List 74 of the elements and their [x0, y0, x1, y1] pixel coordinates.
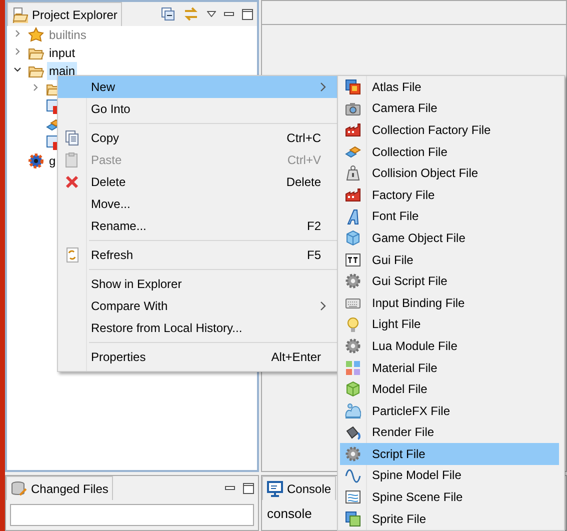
menu-item[interactable]: Collision Object File [340, 162, 559, 184]
menu-item[interactable]: Atlas File [340, 76, 559, 98]
menu-item[interactable]: Collection Factory File [340, 119, 559, 141]
text-box-icon [345, 252, 361, 268]
menu-item[interactable]: Camera File [340, 98, 559, 120]
bucket-icon [345, 424, 361, 440]
monitor-icon [267, 480, 283, 496]
menu-item[interactable]: Go Into [58, 98, 337, 120]
refresh-icon [64, 247, 80, 263]
star-icon [28, 27, 44, 43]
image-icon [345, 510, 361, 527]
lines-icon [345, 489, 361, 506]
bulb-icon [345, 316, 361, 333]
maximize-icon[interactable] [243, 482, 254, 494]
console-text: console [267, 505, 312, 523]
cube-icon [345, 381, 361, 398]
layers-icon [345, 79, 361, 95]
menu-item[interactable]: Script File [340, 443, 559, 465]
copy-icon [64, 130, 80, 146]
delete-icon [64, 174, 80, 190]
tree-item[interactable]: g [47, 152, 58, 170]
factory-icon [345, 122, 361, 138]
menu-item[interactable]: Render File [340, 422, 559, 444]
menu-item[interactable]: Compare With [58, 295, 337, 317]
menu-item[interactable]: Move... [58, 193, 337, 215]
tree-item[interactable]: input [47, 44, 78, 62]
tree-item[interactable]: builtins [47, 26, 88, 44]
menu-item[interactable]: Collection File [340, 140, 559, 162]
blocks-icon [345, 144, 361, 160]
grid-icon [345, 360, 361, 376]
maximize-icon[interactable] [242, 8, 253, 20]
menu-item[interactable]: New [58, 76, 337, 98]
menu-item[interactable]: Delete Delete [58, 171, 337, 193]
gear-icon [345, 446, 361, 462]
factory-icon [345, 186, 361, 203]
panel-tab[interactable]: Console [262, 476, 336, 500]
panel-tab[interactable]: Changed Files [6, 476, 114, 500]
menu-item[interactable]: Model File [340, 378, 559, 400]
menu-item[interactable]: Lua Module File [340, 335, 559, 357]
clipboard-icon [64, 152, 80, 168]
collapse-all-icon[interactable] [161, 7, 175, 21]
menu-item[interactable]: Material File [340, 356, 559, 378]
menu-item[interactable]: Gui File [340, 248, 559, 270]
menu-item[interactable]: Gui Script File [340, 270, 559, 292]
weight-icon [345, 165, 361, 182]
menu-item[interactable]: Copy Ctrl+C [58, 127, 337, 149]
menu-item[interactable]: ParticleFX File [340, 400, 559, 422]
wave-icon [345, 468, 361, 484]
font-icon [345, 208, 361, 225]
folder-icon [12, 6, 28, 22]
database-icon [11, 480, 27, 496]
menu-item[interactable]: Sprite File [340, 508, 559, 530]
menu-item[interactable]: Factory File [340, 184, 559, 206]
gear-icon [345, 273, 361, 290]
menu-item[interactable]: Rename... F2 [58, 215, 337, 237]
menu-item[interactable]: Show in Explorer [58, 273, 337, 295]
cloud-icon [345, 402, 361, 419]
menu-item[interactable]: Light File [340, 314, 559, 336]
menu-item[interactable]: Font File [340, 206, 559, 228]
panel-tab[interactable]: Project Explorer [7, 2, 122, 26]
menu-item[interactable]: Properties Alt+Enter [58, 346, 337, 368]
minimize-icon[interactable] [225, 486, 235, 490]
menu-item[interactable]: Refresh F5 [58, 244, 337, 266]
menu-item[interactable]: Restore from Local History... [58, 317, 337, 339]
gear-icon [28, 153, 44, 169]
minimize-icon[interactable] [224, 12, 234, 16]
cube-icon [345, 230, 361, 246]
view-menu-icon[interactable] [207, 11, 216, 17]
gear-icon [345, 338, 361, 354]
menu-item[interactable]: Spine Model File [340, 464, 559, 486]
camera-icon [345, 100, 361, 117]
menu-item[interactable]: Spine Scene File [340, 486, 559, 508]
menu-item[interactable]: Game Object File [340, 227, 559, 249]
menu-item[interactable]: Input Binding File [340, 292, 559, 314]
